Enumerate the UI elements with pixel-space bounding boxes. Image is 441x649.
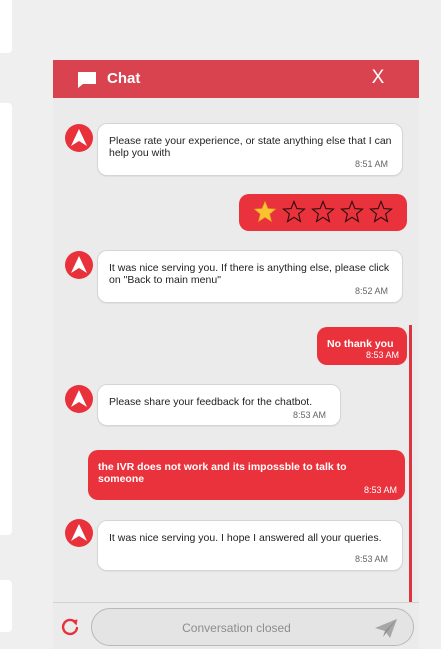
message-time: 8:53 AM [354,554,388,564]
message-input-box[interactable] [91,608,414,646]
bot-avatar [65,385,93,413]
bot-avatar [65,124,93,152]
message-text: Please share your feedback for the chatb… [109,396,313,408]
bot-message: Please share your feedback for the chatb… [97,384,341,426]
background-card [0,103,12,535]
background-card [0,0,12,53]
message-time: 8:53 AM [363,485,397,495]
bot-avatar [65,519,93,547]
bot-avatar [65,251,93,279]
message-time: 8:53 AM [292,410,326,420]
star-empty-icon [282,200,306,223]
chat-footer [53,602,419,649]
star-empty-icon [311,200,335,223]
bot-message: It was nice serving you. If there is any… [97,250,403,303]
message-time: 8:51 AM [354,159,388,169]
bot-message: It was nice serving you. I hope I answer… [97,520,403,571]
background-card [0,580,12,632]
user-message: the IVR does not work and its impossble … [88,450,405,500]
message-input[interactable] [112,619,361,637]
star-empty-icon [369,200,393,223]
send-icon[interactable] [374,618,398,639]
message-text: the IVR does not work and its impossble … [98,461,347,485]
restart-icon[interactable] [60,617,80,637]
scrollbar[interactable] [409,325,412,603]
message-text: Please rate your experience, or state an… [109,135,392,159]
user-rating-message [239,194,407,231]
user-message: No thank you 8:53 AM [317,327,407,365]
star-filled-icon [253,200,277,223]
star-empty-icon [340,200,364,223]
message-text: It was nice serving you. I hope I answer… [109,532,382,544]
chat-widget: Chat X Please rate your experience, or s… [53,60,419,649]
chat-bubble-icon [78,72,96,88]
message-time: 8:52 AM [354,286,388,296]
chat-header: Chat X [53,60,419,98]
chat-title: Chat [107,70,141,87]
message-time: 8:53 AM [365,350,399,360]
message-text: It was nice serving you. If there is any… [109,262,390,286]
bot-message: Please rate your experience, or state an… [97,123,403,176]
close-button[interactable]: X [369,68,387,87]
message-list[interactable]: Please rate your experience, or state an… [53,98,419,602]
